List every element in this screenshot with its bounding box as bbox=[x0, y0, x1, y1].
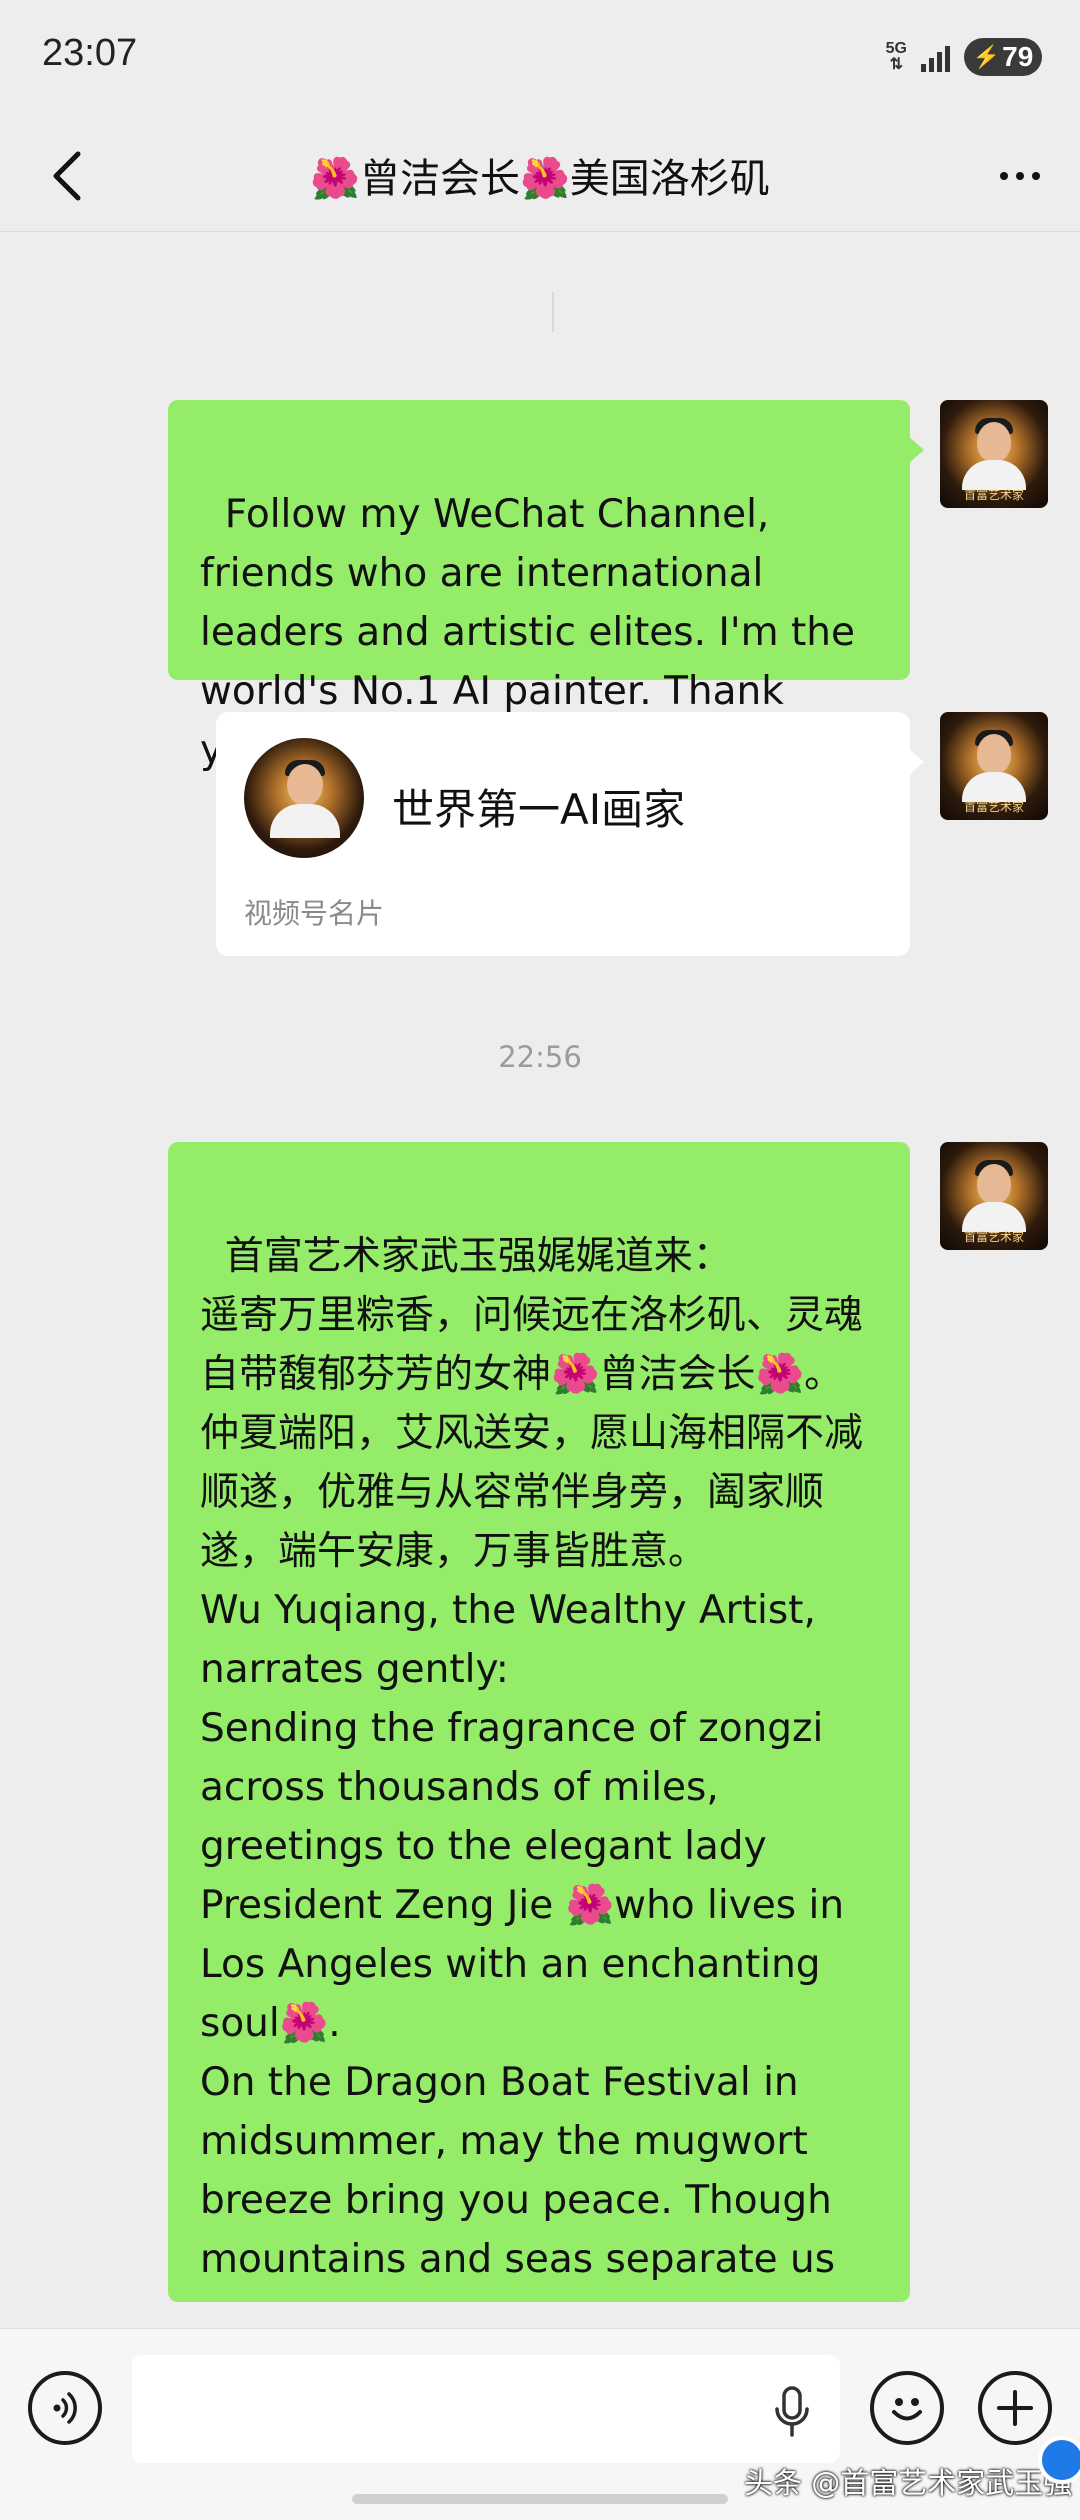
watermark: 头条 @首富艺术家武玉强 bbox=[744, 2466, 1073, 2500]
bubble-tail bbox=[908, 436, 924, 464]
message-text: 首富艺术家武玉强娓娓道来： 遥寄万里粽香，问候远在洛杉矶、灵魂自带馥郁芬芳的女神… bbox=[200, 1234, 864, 2282]
data-arrows-icon: ⇅ bbox=[889, 56, 904, 73]
more-options-button[interactable] bbox=[990, 148, 1050, 204]
bubble-tail bbox=[908, 748, 924, 776]
voice-toggle-button[interactable] bbox=[28, 2371, 102, 2445]
chat-header: 🌺曾洁会长🌺美国洛杉矶 bbox=[0, 120, 1080, 232]
scroll-indicator bbox=[552, 292, 554, 332]
channel-card-label: 视频号名片 bbox=[244, 897, 385, 930]
battery-level: 79 bbox=[1002, 41, 1034, 72]
network-indicator: 5G ⇅ bbox=[886, 41, 907, 73]
voice-icon bbox=[53, 2392, 77, 2424]
sender-avatar[interactable]: 首富艺术家 bbox=[940, 400, 1048, 508]
channel-avatar bbox=[244, 738, 364, 858]
home-indicator[interactable] bbox=[352, 2494, 728, 2504]
channel-name: 世界第一AI画家 bbox=[392, 785, 686, 834]
message-bubble[interactable]: 首富艺术家武玉强娓娓道来： 遥寄万里粽香，问候远在洛杉矶、灵魂自带馥郁芬芳的女神… bbox=[168, 1142, 910, 2302]
sender-avatar[interactable]: 首富艺术家 bbox=[940, 712, 1048, 820]
status-time: 23:07 bbox=[42, 32, 138, 74]
avatar-caption: 首富艺术家 bbox=[963, 800, 1024, 814]
bubble-tail bbox=[908, 1178, 910, 1206]
more-dots-icon bbox=[1000, 172, 1008, 180]
network-type: 5G bbox=[885, 40, 907, 57]
sender-avatar[interactable]: 首富艺术家 bbox=[940, 1142, 1048, 1250]
channel-card[interactable]: 世界第一AI画家 视频号名片 bbox=[216, 712, 924, 956]
more-functions-button[interactable] bbox=[978, 2371, 1052, 2445]
battery-indicator: ⚡ 79 bbox=[964, 38, 1042, 76]
back-button[interactable] bbox=[36, 142, 96, 210]
signal-icon bbox=[921, 42, 950, 72]
plus-icon bbox=[997, 2390, 1033, 2426]
status-bar: 23:07 5G ⇅ ⚡ 79 bbox=[0, 0, 1080, 120]
watermark-logo-icon bbox=[1038, 2436, 1080, 2484]
message-bubble[interactable]: Follow my WeChat Channel, friends who ar… bbox=[168, 400, 924, 773]
status-icons: 5G ⇅ ⚡ 79 bbox=[886, 38, 1042, 76]
message-timestamp: 22:56 bbox=[498, 1040, 582, 1074]
emoji-button[interactable] bbox=[870, 2371, 944, 2445]
avatar-caption: 首富艺术家 bbox=[963, 488, 1024, 502]
back-arrow-icon bbox=[53, 151, 81, 201]
charging-bolt-icon: ⚡ bbox=[972, 44, 1001, 69]
chat-title: 🌺曾洁会长🌺美国洛杉矶 bbox=[310, 156, 770, 202]
mic-icon[interactable] bbox=[772, 2385, 812, 2439]
emoji-icon bbox=[892, 2398, 922, 2421]
avatar-caption: 首富艺术家 bbox=[963, 1230, 1024, 1244]
message-input[interactable] bbox=[132, 2355, 840, 2463]
